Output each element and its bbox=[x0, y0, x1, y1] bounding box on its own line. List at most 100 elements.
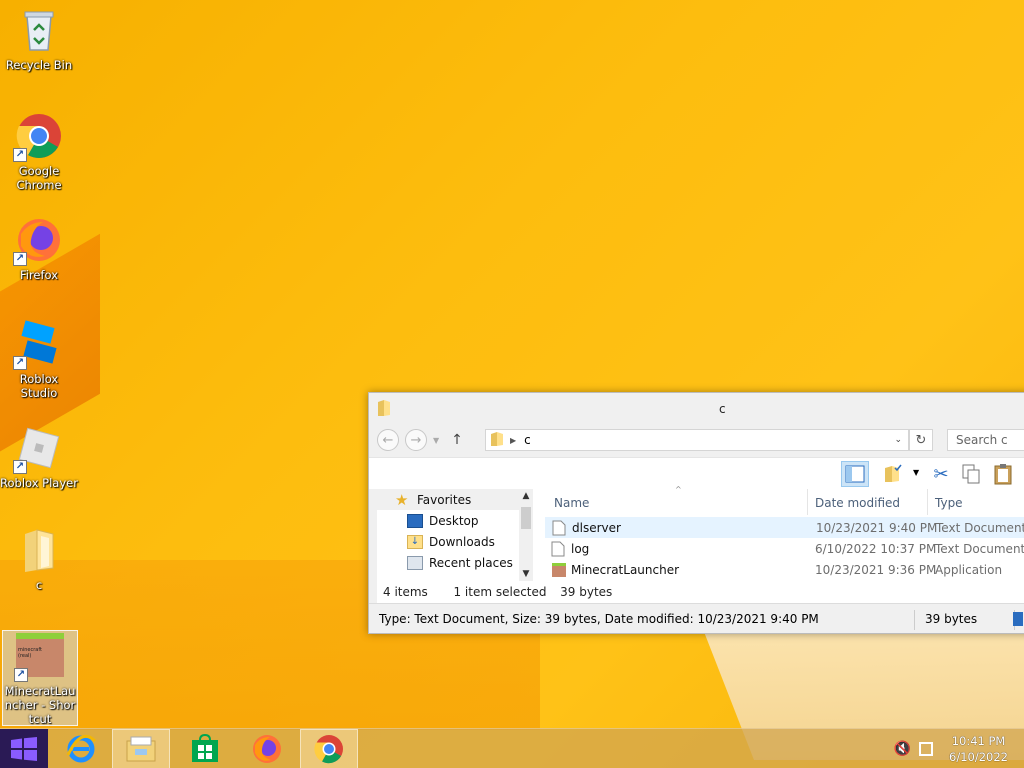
column-header-type[interactable]: Type bbox=[935, 496, 963, 510]
taskbar-chrome[interactable] bbox=[300, 729, 358, 768]
folder-icon bbox=[377, 399, 391, 420]
file-row[interactable]: log 6/10/2022 10:37 PM Text Document bbox=[545, 538, 1024, 559]
store-icon bbox=[192, 734, 218, 762]
file-date: 10/23/2021 9:40 PM bbox=[816, 520, 938, 535]
desktop-icon-recycle-bin[interactable]: Recycle Bin bbox=[0, 6, 78, 72]
clock[interactable]: 10:41 PM 6/10/2022 bbox=[949, 733, 1008, 765]
file-explorer-window: c ← → ▼ ↑ ▶ c ⌄ ↻ Search c ▼ ✂ ★ Favorit… bbox=[368, 392, 1024, 634]
item-count-bar: 4 items 1 item selected 39 bytes bbox=[383, 585, 612, 599]
firefox-icon bbox=[253, 735, 281, 763]
desktop-icon-label: MinecratLauncher - Shortcut bbox=[4, 684, 76, 726]
new-folder-button[interactable] bbox=[879, 461, 907, 487]
desktop-icon-minecraft-shortcut[interactable]: minecraft (real) ↗ MinecratLauncher - Sh… bbox=[2, 630, 78, 726]
recent-locations-dropdown[interactable]: ▼ bbox=[433, 436, 439, 445]
forward-button[interactable]: → bbox=[405, 429, 427, 451]
taskbar-store[interactable] bbox=[176, 729, 234, 768]
cut-button[interactable]: ✂ bbox=[927, 461, 955, 487]
scroll-up-icon[interactable]: ▲ bbox=[519, 489, 533, 503]
file-type: Application bbox=[935, 562, 1003, 577]
taskbar-firefox[interactable] bbox=[238, 729, 296, 768]
toolbar-dropdown-icon[interactable]: ▼ bbox=[913, 468, 919, 477]
nav-item-label: Desktop bbox=[429, 513, 479, 528]
breadcrumb-separator-icon: ▶ bbox=[510, 435, 517, 445]
file-date: 6/10/2022 10:37 PM bbox=[815, 541, 937, 556]
desktop-icon-roblox-studio[interactable]: ↗ Roblox Studio bbox=[0, 320, 78, 400]
file-row[interactable]: MinecratLauncher 10/23/2021 9:36 PM Appl… bbox=[545, 559, 1024, 580]
desktop-icon-roblox-player[interactable]: ↗ Roblox Player bbox=[0, 424, 78, 490]
desktop-icon bbox=[407, 513, 423, 528]
preview-pane-button[interactable] bbox=[841, 461, 869, 487]
copy-button[interactable] bbox=[957, 461, 985, 487]
chrome-icon bbox=[314, 735, 343, 764]
system-tray: 🔇 10:41 PM 6/10/2022 bbox=[894, 729, 1024, 768]
desktop-icon-google-chrome[interactable]: ↗ Google Chrome bbox=[0, 112, 78, 192]
nav-item-favorites[interactable]: ★ Favorites bbox=[377, 489, 519, 510]
desktop-icon-label: Firefox bbox=[19, 268, 59, 282]
status-size: 39 bytes bbox=[925, 610, 1015, 630]
refresh-button[interactable]: ↻ bbox=[909, 429, 933, 451]
paste-button[interactable] bbox=[989, 461, 1017, 487]
desktop-icon-label: Roblox Player bbox=[0, 476, 78, 490]
text-file-icon bbox=[551, 541, 565, 556]
star-icon: ★ bbox=[395, 490, 409, 509]
status-bar: Type: Text Document, Size: 39 bytes, Dat… bbox=[369, 603, 1024, 633]
nav-item-downloads[interactable]: ↓ Downloads bbox=[377, 531, 519, 552]
taskbar-file-explorer[interactable] bbox=[112, 729, 170, 768]
window-title: c bbox=[719, 402, 726, 416]
breadcrumb-path[interactable]: c bbox=[524, 433, 531, 447]
window-titlebar[interactable]: c bbox=[369, 393, 1024, 425]
shortcut-arrow-icon: ↗ bbox=[13, 148, 27, 162]
shortcut-arrow-icon: ↗ bbox=[13, 252, 27, 266]
file-row[interactable]: dlserver 10/23/2021 9:40 PM Text Documen… bbox=[545, 517, 1024, 538]
nav-scrollbar[interactable]: ▲ ▼ bbox=[519, 489, 533, 581]
roblox-studio-icon: ↗ bbox=[13, 320, 63, 370]
desktop-icon-folder-c[interactable]: c bbox=[0, 526, 78, 592]
status-details: Type: Text Document, Size: 39 bytes, Dat… bbox=[375, 610, 915, 630]
file-list: ^ Name Date modified Type dlserver 10/23… bbox=[545, 485, 1024, 581]
nav-item-label: Recent places bbox=[429, 555, 513, 570]
folder-icon bbox=[15, 526, 63, 574]
address-input[interactable]: ▶ c ⌄ bbox=[485, 429, 909, 451]
roblox-player-icon: ↗ bbox=[13, 424, 63, 474]
volume-muted-icon[interactable]: 🔇 bbox=[894, 741, 911, 757]
windows-logo-icon bbox=[11, 737, 37, 761]
shortcut-arrow-icon: ↗ bbox=[13, 460, 27, 474]
selected-count: 1 item selected bbox=[453, 585, 547, 599]
network-icon[interactable] bbox=[919, 742, 934, 756]
sort-indicator-icon: ^ bbox=[675, 485, 682, 494]
text-file-icon bbox=[552, 520, 566, 535]
computer-icon bbox=[1013, 612, 1023, 626]
chrome-icon: ↗ bbox=[13, 112, 63, 162]
preview-pane-icon bbox=[845, 465, 865, 483]
minecraft-thumb-text: minecraft (real) bbox=[18, 647, 43, 659]
clock-date: 6/10/2022 bbox=[949, 750, 1008, 764]
nav-item-recent-places[interactable]: Recent places bbox=[377, 552, 519, 573]
scroll-down-icon[interactable]: ▼ bbox=[519, 567, 533, 581]
desktop-icon-label: Roblox Studio bbox=[19, 372, 59, 400]
file-name: log bbox=[571, 541, 590, 556]
up-button[interactable]: ↑ bbox=[451, 432, 463, 448]
start-button[interactable] bbox=[0, 729, 48, 768]
search-input[interactable]: Search c bbox=[947, 429, 1024, 451]
column-header-row: ^ Name Date modified Type bbox=[545, 485, 1024, 517]
downloads-icon: ↓ bbox=[407, 534, 423, 549]
clipboard-icon bbox=[994, 464, 1012, 485]
file-date: 10/23/2021 9:36 PM bbox=[815, 562, 937, 577]
taskbar: 🔇 10:41 PM 6/10/2022 bbox=[0, 728, 1024, 768]
address-dropdown-icon[interactable]: ⌄ bbox=[894, 435, 902, 445]
address-bar-row: ← → ▼ ↑ ▶ c ⌄ ↻ Search c bbox=[377, 427, 1024, 453]
scroll-thumb[interactable] bbox=[521, 507, 531, 529]
desktop-icon-firefox[interactable]: ↗ Firefox bbox=[0, 216, 78, 282]
navigation-pane: ★ Favorites Desktop ↓ Downloads Recent p… bbox=[377, 489, 519, 581]
column-header-name[interactable]: Name bbox=[554, 496, 589, 510]
column-header-date[interactable]: Date modified bbox=[815, 496, 900, 510]
application-icon bbox=[552, 562, 566, 577]
taskbar-internet-explorer[interactable] bbox=[52, 729, 110, 768]
recent-places-icon bbox=[407, 555, 423, 570]
desktop-icon-label: c bbox=[35, 578, 43, 592]
nav-item-label: Favorites bbox=[417, 492, 472, 507]
internet-explorer-icon bbox=[66, 734, 97, 763]
clock-time: 10:41 PM bbox=[951, 734, 1006, 748]
back-button[interactable]: ← bbox=[377, 429, 399, 451]
nav-item-desktop[interactable]: Desktop bbox=[377, 510, 519, 531]
